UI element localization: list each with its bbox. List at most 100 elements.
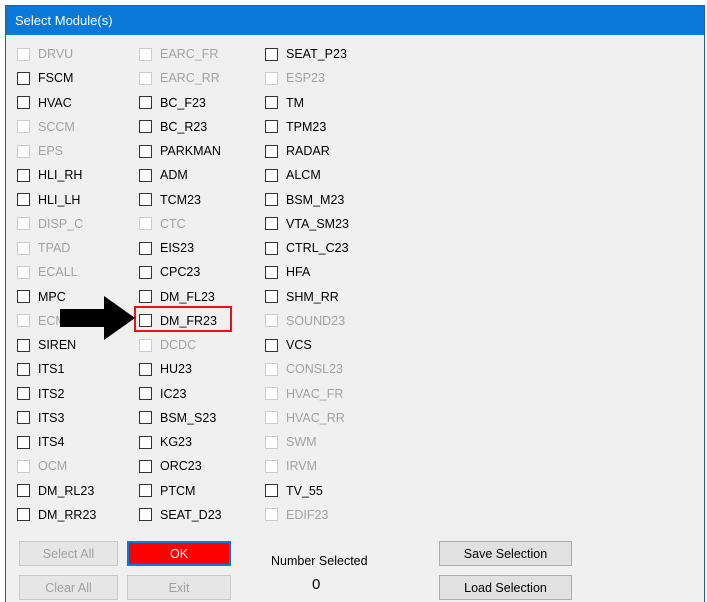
module-checkbox-radar[interactable]: RADAR: [265, 141, 330, 161]
module-checkbox-adm[interactable]: ADM: [139, 165, 188, 185]
module-checkbox-alcm[interactable]: ALCM: [265, 165, 321, 185]
checkbox-box[interactable]: [139, 362, 152, 376]
checkbox-box[interactable]: [139, 508, 152, 522]
module-checkbox-shm-rr[interactable]: SHM_RR: [265, 287, 339, 307]
module-checkbox-tpad: TPAD: [17, 238, 70, 258]
module-checkbox-dm-fl23[interactable]: DM_FL23: [139, 287, 215, 307]
save-selection-button[interactable]: Save Selection: [439, 541, 572, 566]
checkbox-box[interactable]: [139, 435, 152, 449]
checkbox-box[interactable]: [139, 96, 152, 109]
checkbox-label: DM_FL23: [160, 289, 215, 304]
checkbox-label: DCDC: [160, 338, 197, 352]
module-checkbox-hvac[interactable]: HVAC: [17, 93, 72, 113]
module-checkbox-its2[interactable]: ITS2: [17, 384, 64, 404]
checkbox-box[interactable]: [17, 484, 30, 497]
module-checkbox-hli-lh[interactable]: HLI_LH: [17, 190, 80, 210]
checkbox-box[interactable]: [139, 459, 152, 473]
checkbox-box[interactable]: [265, 96, 278, 109]
module-checkbox-tv-55[interactable]: TV_55: [265, 481, 323, 501]
module-checkbox-ctrl-c23[interactable]: CTRL_C23: [265, 238, 349, 258]
checkbox-box[interactable]: [265, 193, 278, 206]
module-checkbox-eis23[interactable]: EIS23: [139, 238, 194, 258]
checkbox-label: HFA: [286, 265, 311, 280]
checkbox-box[interactable]: [265, 144, 278, 158]
checkbox-box[interactable]: [265, 120, 278, 134]
dialog-title: Select Module(s): [6, 6, 704, 35]
checkbox-box[interactable]: [139, 387, 152, 400]
module-checkbox-bc-r23[interactable]: BC_R23: [139, 117, 207, 137]
module-checkbox-seat-d23[interactable]: SEAT_D23: [139, 505, 222, 525]
checkbox-box[interactable]: [265, 290, 278, 303]
checkbox-box: [17, 241, 30, 255]
checkbox-label: PTCM: [160, 483, 196, 498]
checkbox-label: HVAC_RR: [286, 410, 345, 425]
module-checkbox-dm-rr23[interactable]: DM_RR23: [17, 505, 96, 525]
select-all-button[interactable]: Select All: [19, 541, 118, 566]
module-checkbox-ptcm[interactable]: PTCM: [139, 481, 195, 501]
checkbox-box[interactable]: [17, 168, 30, 182]
checkbox-box[interactable]: [265, 265, 278, 279]
module-checkbox-parkman[interactable]: PARKMAN: [139, 141, 221, 161]
module-checkbox-tpm23[interactable]: TPM23: [265, 117, 326, 137]
checkbox-label: ECALL: [38, 265, 78, 280]
module-checkbox-its4[interactable]: ITS4: [17, 432, 64, 452]
checkbox-box[interactable]: [17, 96, 30, 109]
module-checkbox-tcm23[interactable]: TCM23: [139, 190, 201, 210]
checkbox-box[interactable]: [139, 144, 152, 158]
module-checkbox-bsm-m23[interactable]: BSM_M23: [265, 190, 344, 210]
checkbox-box[interactable]: [17, 193, 30, 206]
clear-all-button[interactable]: Clear All: [19, 575, 118, 600]
checkbox-label: SEAT_D23: [160, 507, 222, 522]
checkbox-box[interactable]: [17, 71, 30, 85]
checkbox-box: [265, 435, 278, 449]
ok-button[interactable]: OK: [127, 541, 231, 566]
module-checkbox-kg23[interactable]: KG23: [139, 432, 192, 452]
module-checkbox-orc23[interactable]: ORC23: [139, 456, 202, 476]
checkbox-box[interactable]: [17, 508, 30, 522]
module-checkbox-vcs[interactable]: VCS: [265, 335, 312, 355]
checkbox-box[interactable]: [17, 435, 30, 449]
module-checkbox-ic23[interactable]: IC23: [139, 384, 186, 404]
module-checkbox-mpc[interactable]: MPC: [17, 287, 66, 307]
checkbox-box[interactable]: [17, 387, 30, 400]
module-checkbox-cpc23[interactable]: CPC23: [139, 262, 200, 282]
checkbox-box[interactable]: [139, 411, 152, 425]
checkbox-box[interactable]: [17, 411, 30, 425]
checkbox-box[interactable]: [139, 484, 152, 497]
module-checkbox-dm-rl23[interactable]: DM_RL23: [17, 481, 94, 501]
module-checkbox-hfa[interactable]: HFA: [265, 262, 310, 282]
checkbox-label: TPAD: [38, 241, 71, 255]
module-checkbox-earc-rr: EARC_RR: [139, 68, 220, 88]
module-checkbox-fscm[interactable]: FSCM: [17, 68, 73, 88]
checkbox-box[interactable]: [17, 290, 30, 303]
dm-fr23-highlight-box: [134, 306, 232, 332]
checkbox-box[interactable]: [17, 338, 30, 352]
checkbox-box[interactable]: [265, 217, 278, 231]
module-checkbox-hli-rh[interactable]: HLI_RH: [17, 165, 82, 185]
checkbox-box[interactable]: [139, 265, 152, 279]
module-checkbox-tm[interactable]: TM: [265, 93, 304, 113]
module-checkbox-its3[interactable]: ITS3: [17, 408, 64, 428]
checkbox-box[interactable]: [265, 168, 278, 182]
checkbox-label: EDIF23: [286, 507, 329, 522]
checkbox-box[interactable]: [265, 241, 278, 255]
checkbox-label: CPC23: [160, 265, 201, 280]
module-checkbox-bc-f23[interactable]: BC_F23: [139, 93, 206, 113]
module-checkbox-seat-p23[interactable]: SEAT_P23: [265, 44, 347, 64]
module-checkbox-hu23[interactable]: HU23: [139, 359, 192, 379]
checkbox-box[interactable]: [265, 47, 278, 61]
module-checkbox-its1[interactable]: ITS1: [17, 359, 64, 379]
exit-button[interactable]: Exit: [127, 575, 231, 600]
checkbox-box[interactable]: [139, 120, 152, 134]
module-checkbox-vta-sm23[interactable]: VTA_SM23: [265, 214, 349, 234]
checkbox-box[interactable]: [17, 362, 30, 376]
checkbox-box[interactable]: [265, 484, 278, 497]
checkbox-label: VCS: [286, 338, 312, 352]
checkbox-box[interactable]: [265, 338, 278, 352]
checkbox-box[interactable]: [139, 290, 152, 303]
checkbox-box[interactable]: [139, 168, 152, 182]
checkbox-box[interactable]: [139, 241, 152, 255]
checkbox-box[interactable]: [139, 193, 152, 206]
load-selection-button[interactable]: Load Selection: [439, 575, 572, 600]
module-checkbox-bsm-s23[interactable]: BSM_S23: [139, 408, 216, 428]
